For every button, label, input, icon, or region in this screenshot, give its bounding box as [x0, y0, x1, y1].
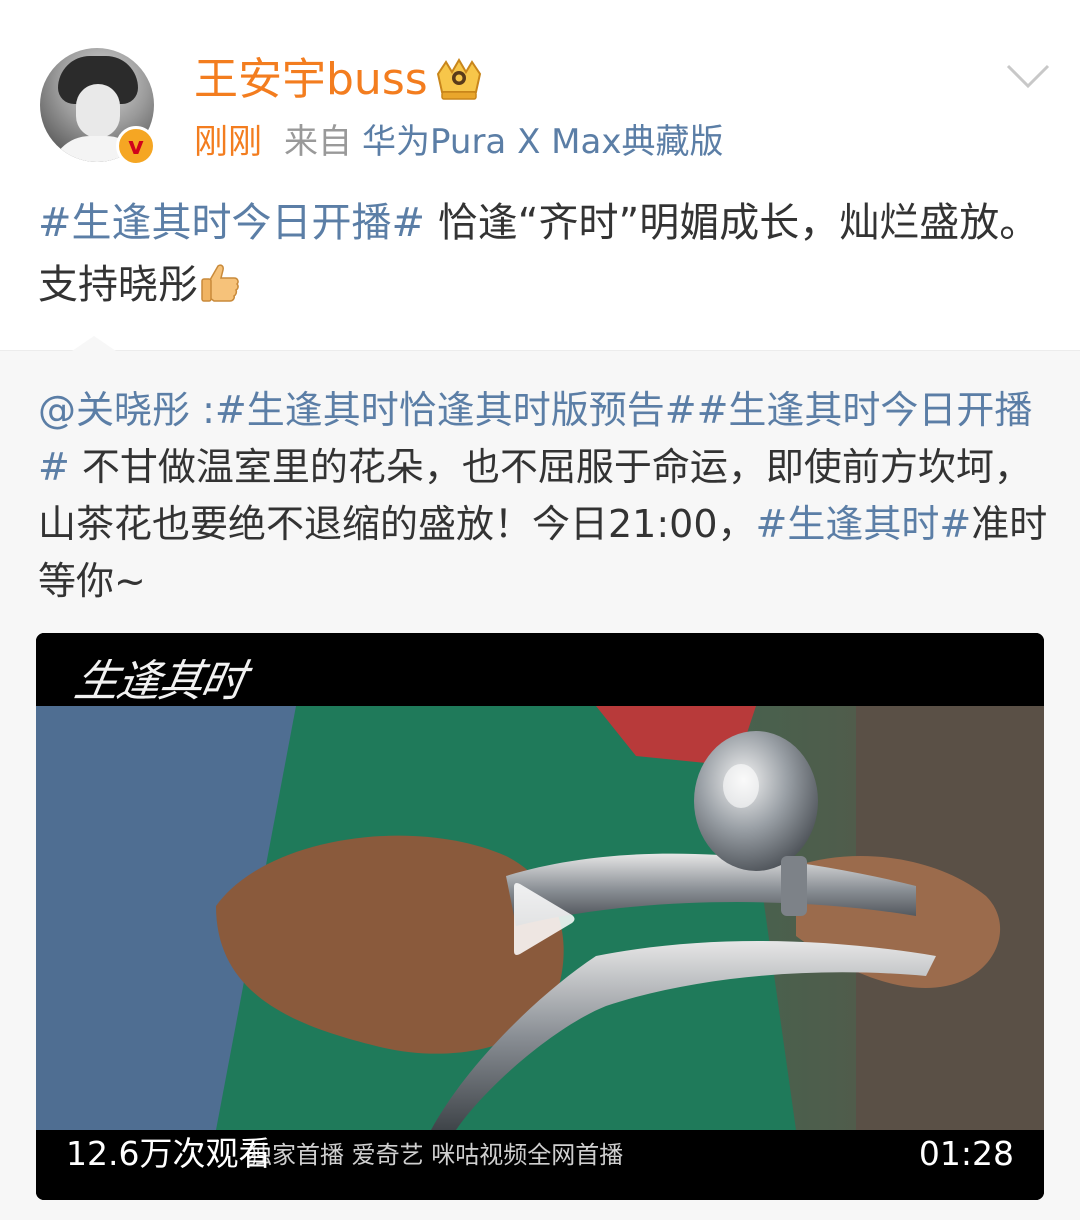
- username[interactable]: 王安宇buss: [194, 52, 428, 108]
- source-prefix: 来自: [284, 122, 352, 162]
- video-player[interactable]: 生逢其时 独家首播 爱奇艺 咪咕视频全网首播 12.6万次观看 01:28: [36, 633, 1044, 1200]
- post-hashtag[interactable]: #生逢其时今日开播#: [38, 200, 425, 246]
- video-subtitle-strip: 独家首播 爱奇艺 咪咕视频全网首播: [248, 1141, 624, 1169]
- repost-text: @关晓彤 :#生逢其时恰逢其时版预告##生逢其时今日开播# 不甘做温室里的花朵，…: [38, 382, 1048, 610]
- video-title-logo: 生逢其时: [70, 656, 248, 707]
- video-duration: 01:28: [918, 1134, 1014, 1173]
- device-link[interactable]: 华为Pura X Max典藏版: [362, 122, 723, 162]
- repost-hashtag-3[interactable]: #生逢其时#: [756, 502, 972, 546]
- thumbs-up-icon: [201, 264, 239, 302]
- repost-hashtag-1[interactable]: #生逢其时恰逢其时版预告#: [215, 388, 697, 432]
- chevron-down-icon[interactable]: [1004, 60, 1052, 92]
- post-header: v 王安宇buss 刚刚 来自 华为Pura X Max典藏版: [0, 0, 1080, 180]
- verified-badge-icon: v: [116, 126, 156, 166]
- repost-notch: [72, 336, 116, 351]
- post-meta: 刚刚 来自 华为Pura X Max典藏版: [194, 118, 723, 166]
- play-icon[interactable]: [506, 879, 578, 959]
- repost-separator: :: [190, 388, 215, 432]
- repost-mention[interactable]: @关晓彤: [38, 388, 190, 432]
- avatar-face: [76, 84, 120, 138]
- view-count: 12.6万次观看: [66, 1134, 272, 1173]
- post-text: #生逢其时今日开播# 恰逢“齐时”明媚成长，灿烂盛放。支持晓彤: [38, 192, 1048, 316]
- post-time: 刚刚: [194, 122, 262, 162]
- crown-icon: [436, 58, 482, 100]
